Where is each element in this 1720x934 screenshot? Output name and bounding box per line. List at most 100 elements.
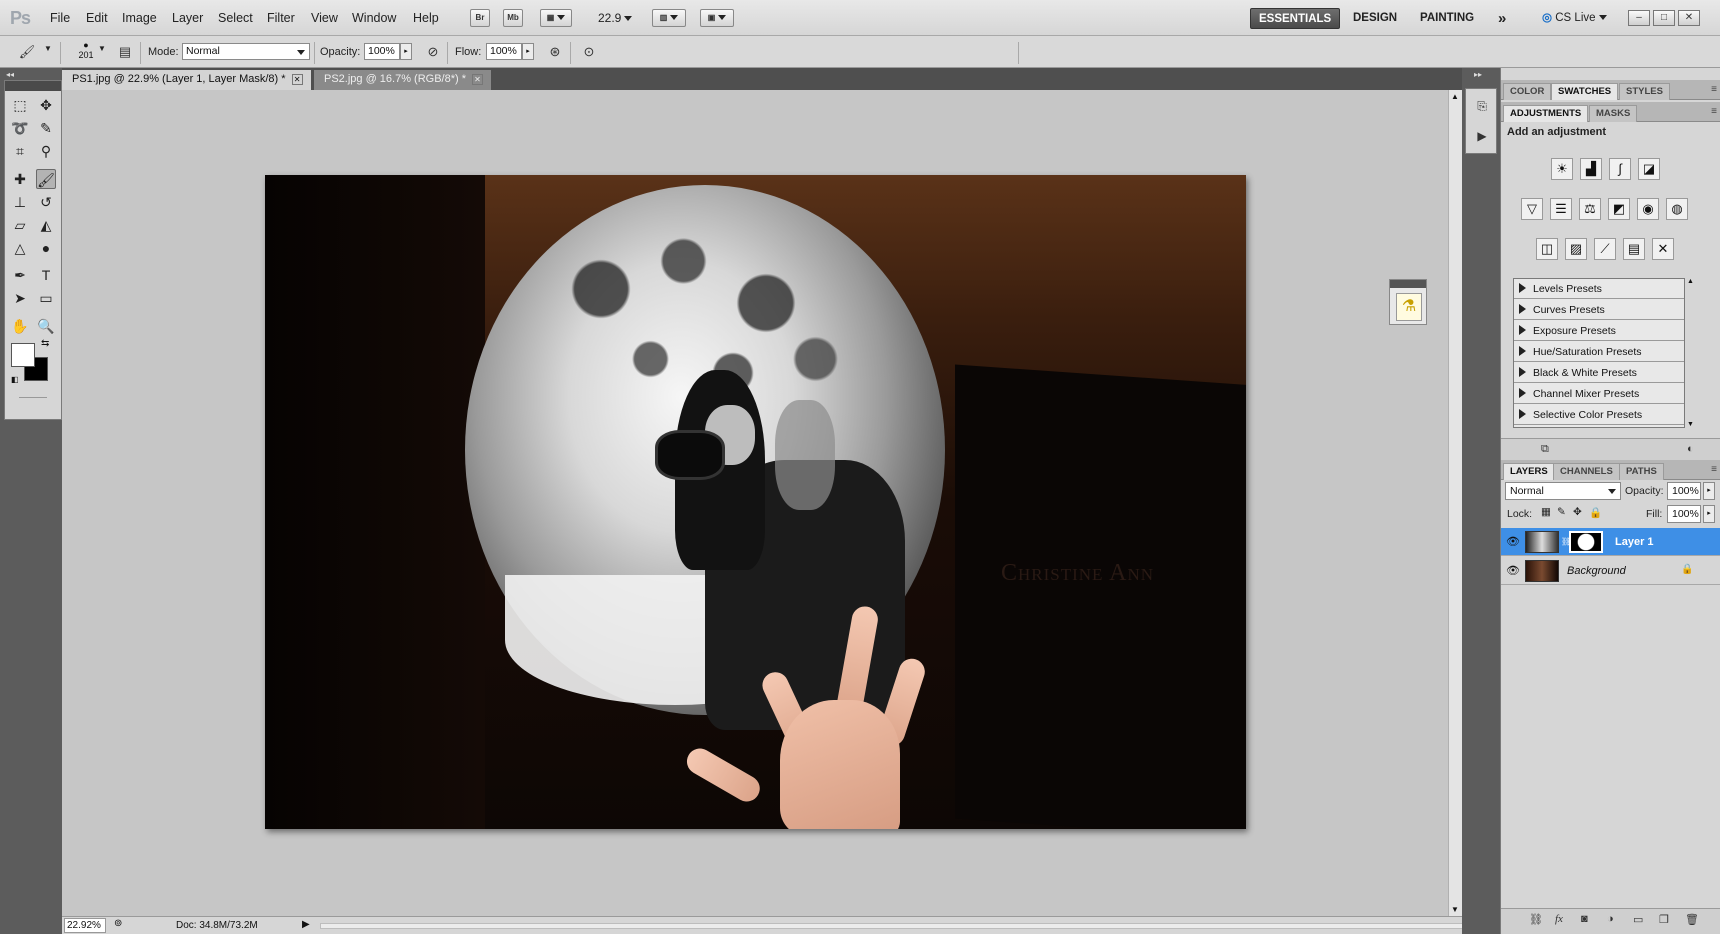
collapse-toolbox-icon[interactable]: ◂◂ bbox=[6, 70, 14, 79]
preset-exposure[interactable]: Exposure Presets bbox=[1514, 321, 1684, 341]
menu-help[interactable]: Help bbox=[413, 11, 439, 25]
photo-filter-icon[interactable]: ◉ bbox=[1637, 198, 1659, 220]
menu-edit[interactable]: Edit bbox=[86, 11, 108, 25]
expand-dock-icon[interactable]: ▸▸ bbox=[1474, 70, 1482, 79]
eraser-tool-icon[interactable]: ▱ bbox=[10, 215, 30, 235]
path-selection-tool-icon[interactable]: ➤ bbox=[10, 288, 30, 308]
pressure-opacity-icon[interactable]: ⊘ bbox=[424, 44, 442, 60]
canvas-area[interactable]: Christine Ann bbox=[62, 90, 1448, 916]
mode-select[interactable]: Normal bbox=[182, 43, 310, 60]
scroll-up-icon[interactable]: ▲ bbox=[1687, 278, 1694, 285]
panel-menu-icon[interactable]: ≡ bbox=[1711, 106, 1717, 117]
layer-opacity-input[interactable]: 100% bbox=[1667, 482, 1701, 500]
bridge-button[interactable]: Br bbox=[470, 9, 490, 27]
brush-picker[interactable]: ● 201 bbox=[74, 40, 98, 66]
horizontal-scrollbar[interactable] bbox=[320, 923, 1490, 929]
flow-input[interactable]: 100% bbox=[486, 43, 522, 60]
tab-paths[interactable]: PATHS bbox=[1619, 463, 1664, 480]
preset-levels[interactable]: Levels Presets bbox=[1514, 279, 1684, 299]
preset-black-white[interactable]: Black & White Presets bbox=[1514, 363, 1684, 383]
menu-view[interactable]: View bbox=[311, 11, 338, 25]
layer-style-icon[interactable]: fx bbox=[1555, 913, 1563, 925]
visibility-toggle-icon[interactable]: ◐ bbox=[1687, 443, 1694, 455]
brush-tool-preset-icon[interactable]: 🖌 bbox=[18, 44, 36, 60]
threshold-icon[interactable]: ⟋ bbox=[1594, 238, 1616, 260]
history-brush-tool-icon[interactable]: ↺ bbox=[36, 192, 56, 212]
scroll-down-icon[interactable]: ▼ bbox=[1687, 421, 1694, 428]
channel-mixer-icon[interactable]: ◍ bbox=[1666, 198, 1688, 220]
add-mask-icon[interactable]: ◙ bbox=[1581, 913, 1588, 925]
curves-icon[interactable]: ∫ bbox=[1609, 158, 1631, 180]
black-white-icon[interactable]: ◩ bbox=[1608, 198, 1630, 220]
fill-arrow[interactable]: ▸ bbox=[1703, 505, 1715, 523]
invert-icon[interactable]: ◫ bbox=[1536, 238, 1558, 260]
move-tool-icon[interactable]: ✥ bbox=[36, 95, 56, 115]
layer-thumbnail[interactable] bbox=[1525, 560, 1559, 582]
expand-triangle-icon[interactable] bbox=[1519, 409, 1526, 419]
workspace-painting[interactable]: PAINTING bbox=[1412, 8, 1482, 29]
tab-channels[interactable]: CHANNELS bbox=[1553, 463, 1620, 480]
gradient-map-icon[interactable]: ▤ bbox=[1623, 238, 1645, 260]
tab-color[interactable]: COLOR bbox=[1503, 83, 1552, 100]
expand-triangle-icon[interactable] bbox=[1519, 325, 1526, 335]
levels-icon[interactable]: ▟ bbox=[1580, 158, 1602, 180]
presets-scrollbar[interactable]: ▲ ▼ bbox=[1687, 278, 1699, 428]
scroll-down-icon[interactable]: ▼ bbox=[1451, 905, 1459, 914]
zoom-status-input[interactable]: 22.92% bbox=[64, 918, 106, 933]
panel-menu-icon[interactable]: ≡ bbox=[1711, 464, 1717, 475]
brightness-contrast-icon[interactable]: ☀ bbox=[1551, 158, 1573, 180]
mini-bridge-button[interactable]: Mb bbox=[503, 9, 523, 27]
document-image[interactable]: Christine Ann bbox=[265, 175, 1246, 829]
swap-colors-icon[interactable]: ⇆ bbox=[41, 338, 49, 349]
brush-tool-icon[interactable]: 🖌 bbox=[36, 169, 56, 189]
type-tool-icon[interactable]: T bbox=[36, 265, 56, 285]
clone-stamp-tool-icon[interactable]: ⊥ bbox=[10, 192, 30, 212]
layer-name[interactable]: Layer 1 bbox=[1615, 536, 1654, 548]
new-group-icon[interactable]: ▭ bbox=[1633, 913, 1643, 926]
screen-mode-button[interactable]: ▣ bbox=[700, 9, 734, 27]
actions-panel-icon[interactable]: ▶ bbox=[1472, 127, 1492, 145]
tab-styles[interactable]: STYLES bbox=[1619, 83, 1670, 100]
status-menu-arrow-icon[interactable]: ▶ bbox=[302, 919, 310, 930]
layer-row-background[interactable]: 👁 Background 🔒 bbox=[1501, 557, 1720, 585]
dropdown-arrow-icon[interactable]: ▼ bbox=[44, 44, 52, 53]
workspace-design[interactable]: DESIGN bbox=[1345, 8, 1405, 29]
lock-transparent-icon[interactable]: ▦ bbox=[1541, 506, 1551, 518]
close-tab-icon[interactable]: ✕ bbox=[472, 73, 484, 85]
workspace-essentials[interactable]: ESSENTIALS bbox=[1250, 8, 1341, 29]
scroll-up-icon[interactable]: ▲ bbox=[1451, 92, 1459, 101]
flask-icon[interactable]: ⚗ bbox=[1396, 293, 1422, 321]
fill-input[interactable]: 100% bbox=[1667, 505, 1701, 523]
expand-triangle-icon[interactable] bbox=[1519, 283, 1526, 293]
preset-curves[interactable]: Curves Presets bbox=[1514, 300, 1684, 320]
blur-tool-icon[interactable]: △ bbox=[10, 238, 30, 258]
default-colors-icon[interactable]: ◧ bbox=[11, 375, 19, 384]
delete-layer-icon[interactable]: 🗑 bbox=[1685, 913, 1699, 926]
paint-bucket-tool-icon[interactable]: ◭ bbox=[36, 215, 56, 235]
link-layers-icon[interactable]: ⛓ bbox=[1529, 913, 1543, 926]
lock-all-icon[interactable]: 🔒 bbox=[1589, 506, 1602, 519]
zoom-tool-icon[interactable]: 🔍 bbox=[36, 316, 56, 336]
menu-window[interactable]: Window bbox=[352, 11, 396, 25]
view-extras-button[interactable]: ▦ bbox=[540, 9, 572, 27]
marquee-tool-icon[interactable]: ⬚ bbox=[10, 95, 30, 115]
layer-thumbnail[interactable] bbox=[1525, 531, 1559, 553]
preset-selective-color[interactable]: Selective Color Presets bbox=[1514, 405, 1684, 425]
menu-image[interactable]: Image bbox=[122, 11, 157, 25]
blend-mode-select[interactable]: Normal bbox=[1505, 482, 1621, 500]
preset-hue-saturation[interactable]: Hue/Saturation Presets bbox=[1514, 342, 1684, 362]
new-layer-icon[interactable]: ❐ bbox=[1659, 913, 1669, 926]
minimize-button[interactable]: – bbox=[1628, 10, 1650, 26]
arrange-documents-button[interactable]: ▥ bbox=[652, 9, 686, 27]
brush-dropdown-icon[interactable]: ▼ bbox=[98, 44, 106, 53]
close-tab-icon[interactable]: ✕ bbox=[291, 73, 303, 85]
opacity-slider-arrow[interactable]: ▸ bbox=[400, 43, 412, 60]
layer-name[interactable]: Background bbox=[1567, 565, 1626, 577]
pressure-size-icon[interactable]: ⊙ bbox=[580, 44, 598, 60]
menu-layer[interactable]: Layer bbox=[172, 11, 203, 25]
floating-mini-panel[interactable]: ⚗ bbox=[1389, 279, 1427, 325]
tab-adjustments[interactable]: ADJUSTMENTS bbox=[1503, 105, 1589, 122]
expand-triangle-icon[interactable] bbox=[1519, 304, 1526, 314]
preset-channel-mixer[interactable]: Channel Mixer Presets bbox=[1514, 384, 1684, 404]
tab-swatches[interactable]: SWATCHES bbox=[1551, 83, 1619, 100]
